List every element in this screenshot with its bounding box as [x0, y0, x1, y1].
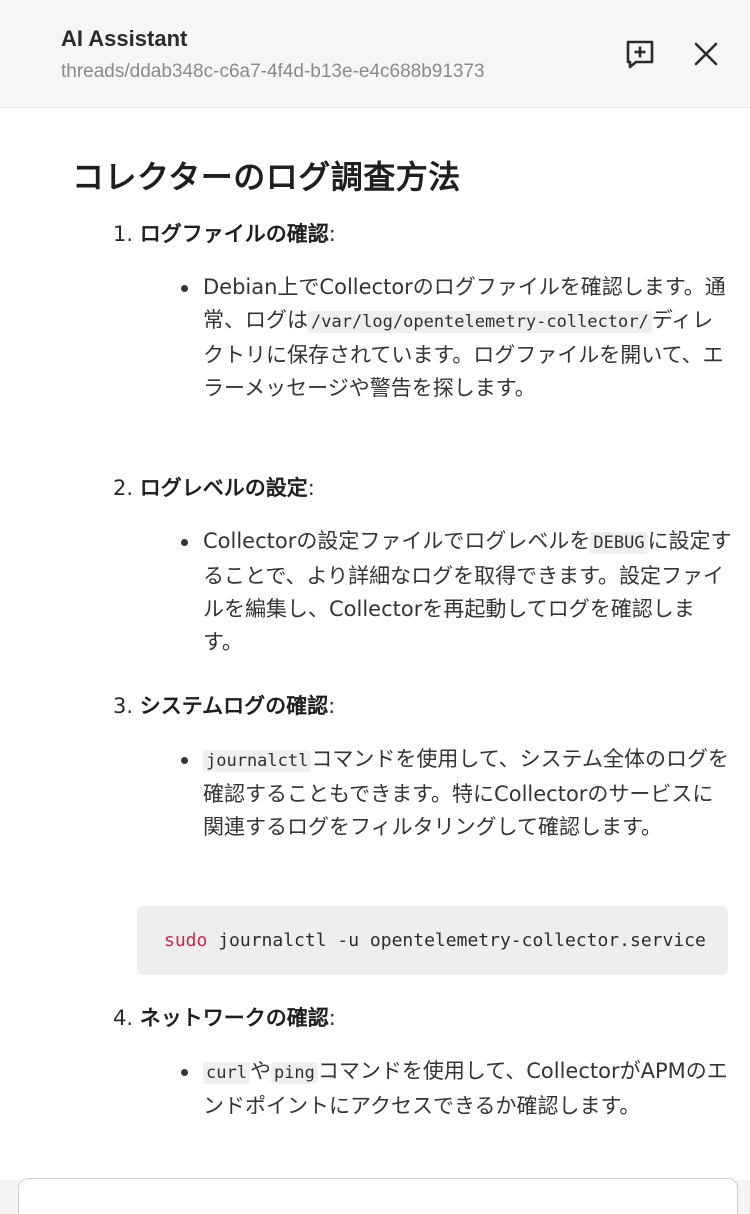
step-4-bullet: curl や ping コマンドを使用して、CollectorがAPMのエンドポイント… [181, 1055, 733, 1123]
inline-code: ping [270, 1062, 318, 1084]
chat-input[interactable] [18, 1178, 738, 1214]
step-number: 4. [113, 1006, 134, 1030]
step-title: システムログの確認 [139, 694, 329, 718]
close-icon [694, 42, 718, 66]
new-thread-button[interactable] [622, 36, 658, 72]
close-button[interactable] [688, 36, 724, 72]
step-title: ログファイルの確認 [139, 222, 329, 246]
new-thread-icon [626, 40, 654, 69]
step-3-bullet: journalctl コマンドを使用して、システム全体のログを確認することもできま… [181, 743, 733, 844]
thread-path: threads/ddab348c-c6a7-4f4d-b13e-e4c688b9… [61, 61, 485, 82]
inline-code: curl [203, 1062, 250, 1084]
assistant-header: AI Assistant threads/ddab348c-c6a7-4f4d-… [0, 0, 750, 108]
step-number: 1. [113, 222, 134, 246]
step-2-bullet: Collectorの設定ファイルでログレベルを DEBUG に設定することで、より詳… [181, 525, 733, 659]
code-block[interactable]: sudo journalctl -u opentelemetry-collect… [137, 906, 728, 975]
step-title: ログレベルの設定 [139, 476, 308, 500]
inline-code: journalctl [203, 750, 312, 772]
step-1-bullet: Debian上でCollectorのログファイルを確認します。通常、ログは/va… [181, 271, 733, 405]
bullet-text: や [249, 1059, 271, 1083]
step-1-label: 1. ログファイルの確認: [113, 222, 336, 246]
step-number: 2. [113, 476, 134, 500]
bullet-text: Collectorの設定ファイルでログレベルを [203, 529, 591, 553]
inline-code: DEBUG [590, 532, 648, 554]
message-content: コレクターのログ調査方法 1. ログファイルの確認: Debian上でColle… [0, 108, 750, 1180]
panel-title: AI Assistant [61, 26, 188, 51]
step-number: 3. [113, 694, 134, 718]
message-heading: コレクターのログ調査方法 [72, 158, 461, 196]
step-2-label: 2. ログレベルの設定: [113, 476, 315, 500]
step-4-label: 4. ネットワークの確認: [113, 1006, 336, 1030]
code-keyword: sudo [164, 930, 208, 951]
step-3-label: 3. システムログの確認: [113, 694, 336, 718]
inline-code: /var/log/opentelemetry-collector/ [308, 311, 652, 333]
code-text: journalctl -u opentelemetry-collector.se… [207, 930, 706, 951]
step-title: ネットワークの確認 [139, 1006, 329, 1030]
